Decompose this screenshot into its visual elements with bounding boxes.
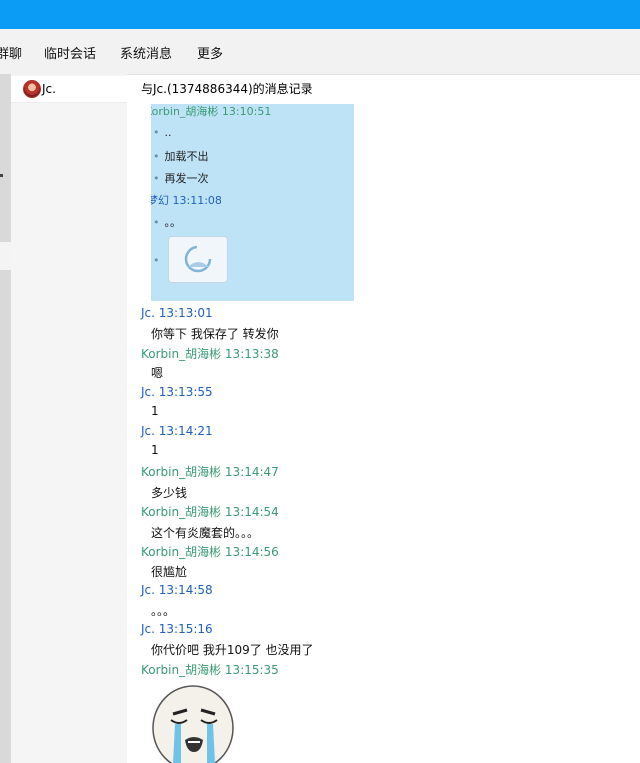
menu-system-messages[interactable]: 系统消息 <box>120 43 172 62</box>
strip-marker <box>0 174 3 177</box>
avatar <box>23 80 41 98</box>
quoted-header: Korbin_胡海彬 13:10:51 <box>151 105 272 118</box>
title-bar <box>0 0 640 29</box>
quoted-line: •.. <box>153 126 172 139</box>
message-sender-jc: Jc. 13:14:58 <box>141 583 213 597</box>
message-text: 1 <box>151 443 159 457</box>
message-sender-jc: Jc. 13:13:55 <box>141 385 213 399</box>
message-text: 1 <box>151 404 159 418</box>
menu-temp-session[interactable]: 临时会话 <box>44 43 96 62</box>
menu-more[interactable]: 更多 <box>197 43 223 62</box>
message-text: 多少钱 <box>151 486 188 500</box>
message-text: 嗯 <box>151 366 164 380</box>
message-sender-korbin: Korbin_胡海彬 13:14:54 <box>141 505 279 519</box>
contact-list: Jc. <box>11 74 127 763</box>
message-sender-korbin: Korbin_胡海彬 13:13:38 <box>141 347 279 361</box>
message-text: 很尴尬 <box>151 565 188 579</box>
message-sender-korbin: Korbin_胡海彬 13:14:56 <box>141 545 279 559</box>
quoted-line: •。。 <box>153 216 181 229</box>
chat-history-title: 与Jc.(1374886344)的消息记录 <box>141 82 313 96</box>
message-sender-jc: Jc. 13:14:21 <box>141 424 213 438</box>
loading-emoji-icon[interactable] <box>168 236 228 283</box>
menu-bar: 群聊 临时会话 系统消息 更多 <box>0 29 640 75</box>
quoted-line: • 再发一次 <box>153 172 209 185</box>
contact-name: Jc. <box>42 82 56 96</box>
contact-item-jc[interactable]: Jc. <box>11 76 127 103</box>
strip-selected-segment[interactable] <box>0 242 11 270</box>
message-sender-jc: Jc. 13:13:01 <box>141 306 213 320</box>
message-text: 这个有炎魔套的。。。 <box>151 526 260 540</box>
message-sender-jc: Jc. 13:15:16 <box>141 622 213 636</box>
left-scroll-strip <box>0 74 11 763</box>
message-sender-korbin: Korbin_胡海彬 13:15:35 <box>141 663 279 677</box>
message-text: 。。。 <box>151 604 176 618</box>
quoted-line: • 加载不出 <box>153 150 209 163</box>
quoted-header: 梦幻 13:11:08 <box>151 194 222 207</box>
message-sender-korbin: Korbin_胡海彬 13:14:47 <box>141 465 279 479</box>
message-text: 你等下 我保存了 转发你 <box>151 327 279 341</box>
crying-meme-face[interactable] <box>151 680 237 763</box>
menu-group-chat[interactable]: 群聊 <box>0 43 22 62</box>
message-text: 你代价吧 我升109了 也没用了 <box>151 643 314 657</box>
quoted-bullet: • <box>153 254 160 267</box>
